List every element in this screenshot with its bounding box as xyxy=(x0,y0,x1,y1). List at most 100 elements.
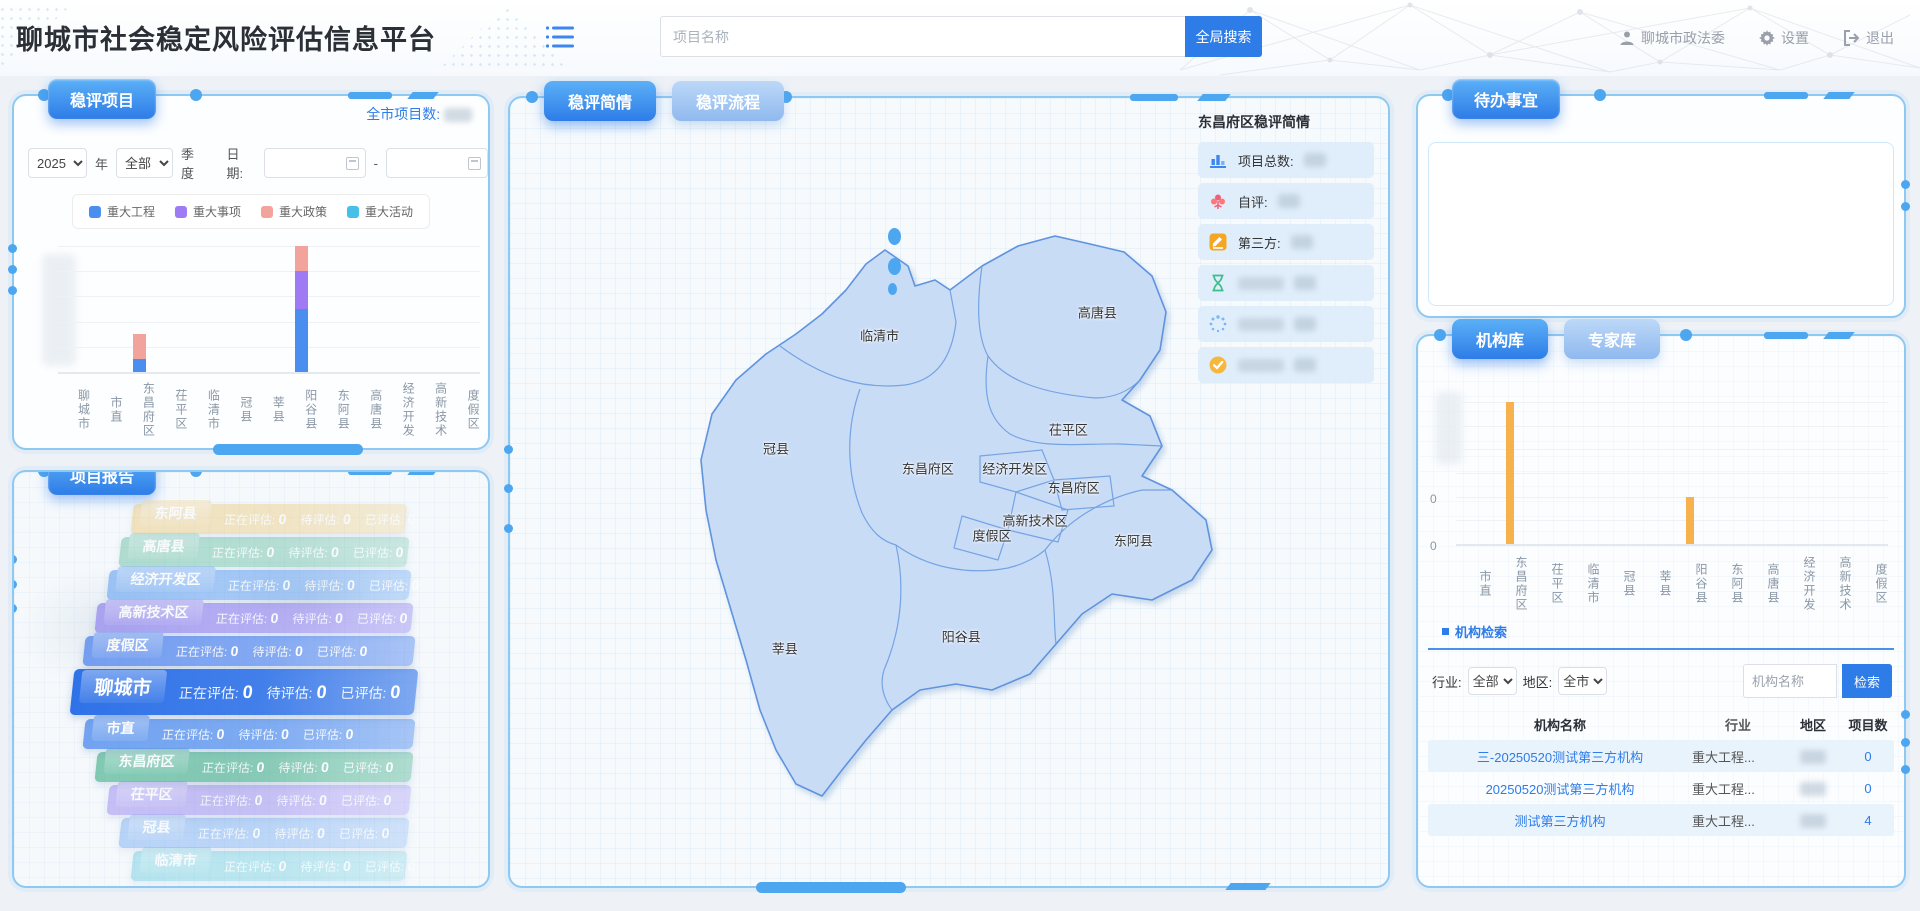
logout-button[interactable]: 退出 xyxy=(1843,28,1894,48)
map-district-label[interactable]: 冠县 xyxy=(763,438,789,457)
tab-assessment-flow[interactable]: 稳评流程 xyxy=(672,81,784,121)
map-district-label[interactable]: 度假区 xyxy=(973,525,1012,544)
panel-title-badge: 稳评项目 xyxy=(48,79,156,119)
district-brief-title: 东昌府区稳评简情 xyxy=(1198,112,1374,132)
x-axis-label: 莘县 xyxy=(253,382,285,438)
blurred-value xyxy=(444,108,472,122)
bar-segment xyxy=(295,246,308,271)
table-header-cell: 项目数 xyxy=(1842,715,1894,734)
panel-decoration xyxy=(8,244,17,253)
org-name-input[interactable] xyxy=(1743,664,1837,698)
legend-item[interactable]: 重大工程 xyxy=(89,203,155,220)
date-label: 日期: xyxy=(227,144,256,182)
map-district-label[interactable]: 经济开发区 xyxy=(982,459,1047,478)
report-carousel-item[interactable]: 市直正在评估: 0待评估: 0已评估: 0 xyxy=(82,719,415,749)
bar-chart-icon xyxy=(1208,150,1228,170)
map-district-label[interactable]: 东昌府区 xyxy=(902,459,954,478)
district-tag: 经济开发区 xyxy=(115,566,216,592)
legend-item[interactable]: 重大政策 xyxy=(261,203,327,220)
panel-decoration xyxy=(12,580,17,589)
x-axis-label: 阳谷县 xyxy=(1672,556,1708,612)
user-menu[interactable]: 聊城市政法委 xyxy=(1619,28,1725,48)
org-name-link[interactable]: 测试第三方机构 xyxy=(1428,811,1692,830)
logout-label: 退出 xyxy=(1866,28,1894,48)
org-name-link[interactable]: 20250520测试第三方机构 xyxy=(1428,779,1692,798)
report-carousel-item[interactable]: 聊城市正在评估: 0待评估: 0已评估: 0 xyxy=(70,669,419,715)
panel-decoration xyxy=(8,286,17,295)
report-carousel-item[interactable]: 高唐县正在评估: 0待评估: 0已评估: 0 xyxy=(118,537,409,567)
report-carousel-item[interactable]: 度假区正在评估: 0待评估: 0已评估: 0 xyxy=(82,636,415,666)
org-name-link[interactable]: 三-20250520测试第三方机构 xyxy=(1428,747,1692,766)
map-district-label[interactable]: 临清市 xyxy=(860,326,899,345)
report-carousel-item[interactable]: 高新技术区正在评估: 0待评估: 0已评估: 0 xyxy=(94,603,413,633)
district-tag: 茌平区 xyxy=(115,781,188,807)
search-input[interactable] xyxy=(660,16,1185,57)
projects-chart-x-labels: 聊城市市直东昌府区茌平区临清市冠县莘县阳谷县东阿县高唐县经济开发高新技术度假区 xyxy=(58,382,480,438)
panel-decoration xyxy=(1901,738,1910,747)
report-carousel-item[interactable]: 经济开发区正在评估: 0待评估: 0已评估: 0 xyxy=(106,570,411,600)
x-axis-label: 茌平区 xyxy=(155,382,187,438)
map-district-label[interactable]: 阳谷县 xyxy=(942,627,981,646)
legend-item[interactable]: 重大活动 xyxy=(347,203,413,220)
report-carousel-item[interactable]: 东昌府区正在评估: 0待评估: 0已评估: 0 xyxy=(94,752,413,782)
stat-pending: 待评估: 0 xyxy=(278,759,330,776)
map-district-label[interactable]: 高新技术区 xyxy=(1003,510,1068,529)
blurred-label xyxy=(1238,359,1284,372)
panel-decoration xyxy=(1901,202,1910,211)
map-district-label[interactable]: 东昌府区 xyxy=(1048,478,1100,497)
table-row[interactable]: 20250520测试第三方机构重大工程...0 xyxy=(1428,772,1894,804)
map-district-label[interactable]: 茌平区 xyxy=(1049,419,1088,438)
settings-button[interactable]: 设置 xyxy=(1759,28,1809,48)
table-header-cell: 地区 xyxy=(1784,715,1842,734)
tab-expert-library[interactable]: 专家库 xyxy=(1564,319,1660,359)
report-carousel-item[interactable]: 临清市正在评估: 0待评估: 0已评估: 0 xyxy=(130,851,407,881)
x-axis-label: 东阿县 xyxy=(1708,556,1744,612)
quarter-select[interactable]: 全部 xyxy=(116,148,173,178)
calendar-icon xyxy=(468,157,481,170)
map-district-label[interactable]: 东阿县 xyxy=(1114,531,1153,550)
blurred-label xyxy=(1238,277,1284,290)
tab-assessment-brief[interactable]: 稳评简情 xyxy=(544,81,656,121)
menu-icon[interactable] xyxy=(545,24,575,50)
stat-done: 已评估: 0 xyxy=(356,610,408,627)
y-tick-label: 0 xyxy=(1430,492,1437,506)
hourglass-icon xyxy=(1208,273,1228,293)
district-tag: 聊城市 xyxy=(79,670,167,703)
panel-decoration xyxy=(1594,89,1606,101)
report-carousel-item[interactable]: 东阿县正在评估: 0待评估: 0已评估: 0 xyxy=(130,504,407,534)
stat-pending: 待评估: 0 xyxy=(304,577,356,594)
stat-pending: 待评估: 0 xyxy=(288,544,340,561)
map-marker-dot[interactable] xyxy=(888,228,901,245)
map-marker-dot[interactable] xyxy=(888,258,901,275)
x-axis-label: 高唐县 xyxy=(350,382,382,438)
org-search-button[interactable]: 检索 xyxy=(1842,664,1892,698)
map-district-label[interactable]: 高唐县 xyxy=(1078,302,1117,321)
report-carousel-item[interactable]: 冠县正在评估: 0待评估: 0已评估: 0 xyxy=(118,818,409,848)
date-end-input[interactable] xyxy=(386,148,488,178)
organizations-table: 机构名称行业地区项目数三-20250520测试第三方机构重大工程...02025… xyxy=(1428,708,1894,836)
bar-segment xyxy=(133,334,146,359)
global-search-button[interactable]: 全局搜索 xyxy=(1185,16,1262,57)
industry-select[interactable]: 全部 xyxy=(1468,667,1517,695)
evaluation-stats: 正在评估: 0待评估: 0已评估: 0 xyxy=(227,577,420,594)
panel-decoration xyxy=(1823,92,1854,99)
stat-label: 自评: xyxy=(1238,192,1268,211)
legend-item[interactable]: 重大事项 xyxy=(175,203,241,220)
evaluation-stats: 正在评估: 0待评估: 0已评估: 0 xyxy=(175,643,368,660)
date-start-input[interactable] xyxy=(264,148,366,178)
org-industry: 重大工程... xyxy=(1692,811,1784,830)
projects-bar-chart xyxy=(58,246,480,374)
region-select[interactable]: 全市 xyxy=(1558,667,1607,695)
blurred-region xyxy=(1800,750,1826,764)
report-carousel-item[interactable]: 茌平区正在评估: 0待评估: 0已评估: 0 xyxy=(106,785,411,815)
stat-done: 已评估: 0 xyxy=(364,511,416,528)
year-select[interactable]: 2025 xyxy=(28,148,87,178)
tab-organization-library[interactable]: 机构库 xyxy=(1452,319,1548,359)
industry-label: 行业: xyxy=(1432,672,1462,691)
district-tag: 东昌府区 xyxy=(103,748,190,774)
map-district-label[interactable]: 莘县 xyxy=(772,639,798,658)
stat-done: 已评估: 0 xyxy=(342,759,394,776)
table-row[interactable]: 三-20250520测试第三方机构重大工程...0 xyxy=(1428,740,1894,772)
table-row[interactable]: 测试第三方机构重大工程...4 xyxy=(1428,804,1894,836)
district-tag: 临清市 xyxy=(139,847,212,873)
